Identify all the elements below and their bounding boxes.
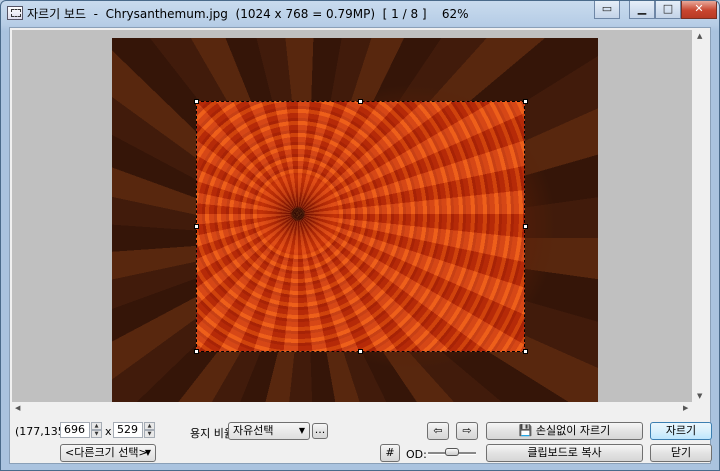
- vertical-scrollbar[interactable]: ▲ ▼: [692, 30, 708, 402]
- grid-toggle-button[interactable]: #: [380, 444, 400, 462]
- close-window-button[interactable]: ✕: [681, 1, 717, 19]
- crop-height-input[interactable]: 529: [113, 422, 143, 438]
- crop-handle-top-right[interactable]: [523, 99, 528, 104]
- close-icon: ✕: [694, 2, 704, 15]
- chevron-down-icon: ▼: [144, 448, 151, 457]
- up-icon[interactable]: ▲: [91, 422, 102, 430]
- down-icon[interactable]: ▼: [91, 430, 102, 438]
- arrow-left-icon: ⇦: [433, 424, 443, 437]
- crop-handle-bottom[interactable]: [358, 349, 363, 354]
- up-icon[interactable]: ▲: [144, 422, 155, 430]
- paper-ratio-select[interactable]: 자유선택 ▼: [228, 422, 310, 440]
- lossless-crop-label: 손실없이 자르기: [535, 424, 611, 437]
- crop-handle-bottom-left[interactable]: [194, 349, 199, 354]
- crop-board-window: 자르기 보드 - Chrysanthemum.jpg (1024 x 768 =…: [0, 0, 720, 471]
- window-title: 자르기 보드 - Chrysanthemum.jpg (1024 x 768 =…: [27, 7, 469, 21]
- flower-photo[interactable]: [112, 38, 598, 402]
- client-area: ▲ ▼ ◀ ▶ (177,135) 696 ▲ ▼ x 529 ▲ ▼ 용지 비율:…: [9, 27, 712, 464]
- crop-width-stepper[interactable]: ▲ ▼: [91, 422, 102, 438]
- crop-handle-left[interactable]: [194, 224, 199, 229]
- crop-handle-top-left[interactable]: [194, 99, 199, 104]
- down-icon[interactable]: ▼: [144, 430, 155, 438]
- scroll-down-icon[interactable]: ▼: [697, 392, 702, 400]
- grid-icon: #: [385, 446, 395, 459]
- title-bar[interactable]: 자르기 보드 - Chrysanthemum.jpg (1024 x 768 =…: [1, 1, 719, 25]
- save-disk-icon: 💾: [518, 424, 536, 437]
- scroll-left-icon[interactable]: ◀: [15, 404, 20, 412]
- crop-handle-right[interactable]: [523, 224, 528, 229]
- minimize-button[interactable]: ▁: [629, 1, 655, 19]
- od-slider-thumb[interactable]: [445, 448, 459, 456]
- crop-region-preview[interactable]: [196, 101, 525, 352]
- next-image-button[interactable]: ⇨: [456, 422, 478, 440]
- restore-icon: ▭: [601, 2, 613, 15]
- other-size-value: <다른크기 선택>: [65, 446, 148, 459]
- horizontal-scrollbar[interactable]: ◀ ▶: [12, 402, 692, 414]
- chevron-down-icon: ▼: [298, 426, 305, 435]
- od-label: OD:: [406, 448, 427, 461]
- crop-handle-bottom-right[interactable]: [523, 349, 528, 354]
- prev-image-button[interactable]: ⇦: [427, 422, 449, 440]
- crop-width-input[interactable]: 696: [60, 422, 90, 438]
- lossless-crop-button[interactable]: 💾 손실없이 자르기: [486, 422, 643, 440]
- scroll-up-icon[interactable]: ▲: [697, 32, 702, 40]
- crop-handle-top[interactable]: [358, 99, 363, 104]
- crop-app-icon: [7, 6, 23, 20]
- copy-clipboard-button[interactable]: 클립보드로 복사: [486, 444, 643, 462]
- arrow-right-icon: ⇨: [462, 424, 472, 437]
- crop-button[interactable]: 자르기: [650, 422, 712, 440]
- paper-ratio-value: 자유선택: [233, 424, 274, 437]
- times-sign: x: [105, 425, 112, 438]
- other-size-select[interactable]: <다른크기 선택> ▼: [60, 444, 156, 462]
- minimize-icon: ▁: [637, 2, 647, 15]
- maximize-button[interactable]: □: [655, 1, 681, 19]
- restore-small-button[interactable]: ▭: [594, 1, 620, 19]
- ratio-more-button[interactable]: ...: [312, 423, 328, 439]
- maximize-icon: □: [662, 2, 674, 15]
- close-button[interactable]: 닫기: [650, 444, 712, 462]
- crop-height-stepper[interactable]: ▲ ▼: [144, 422, 155, 438]
- scroll-right-icon[interactable]: ▶: [683, 404, 688, 412]
- image-viewport[interactable]: [12, 30, 692, 402]
